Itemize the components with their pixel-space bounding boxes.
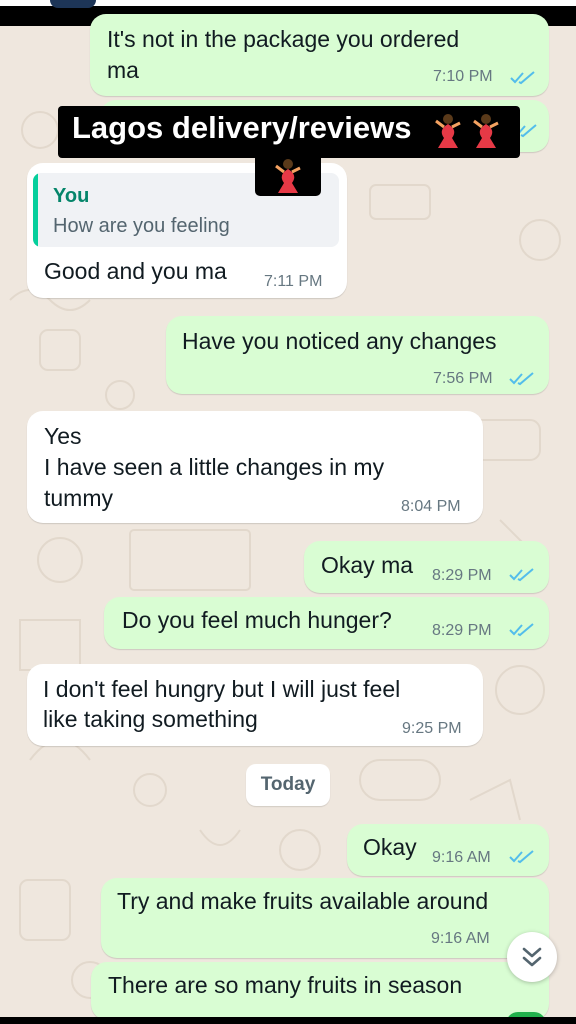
message-text: It's not in the package you ordered [107,26,460,52]
quoted-author: You [53,185,90,207]
message-text: I have seen a little changes in my [44,454,385,480]
message-bubble-outgoing[interactable]: Okay ma 8:29 PM [304,541,549,593]
message-text: Good and you ma [44,258,227,284]
message-time: 7:56 PM [433,370,493,387]
message-bubble-incoming[interactable]: Yes I have seen a little changes in my t… [27,411,483,523]
overlay-title: Lagos delivery/reviews [72,110,412,145]
message-text: like taking something [43,706,258,732]
message-time: 9:25 PM [402,720,462,737]
scroll-to-bottom-button[interactable] [507,932,557,982]
message-text: Okay ma [321,552,414,578]
message-text: I don't feel hungry but I will just feel [43,676,401,702]
message-time: 8:29 PM [432,567,492,584]
double-check-icon [509,372,534,386]
quoted-text: How are you feeling [53,215,230,237]
message-time: 8:29 PM [432,622,492,639]
message-text: Okay [363,834,417,860]
message-text: tummy [44,485,113,511]
message-bubble-incoming[interactable]: I don't feel hungry but I will just feel… [27,664,483,746]
date-label: Today [260,774,316,795]
quote-accent-bar [33,173,38,247]
message-text: Have you noticed any changes [182,328,497,354]
double-chevron-down-icon [522,947,542,967]
double-check-icon [509,850,534,864]
dancing-woman-emoji [435,114,461,148]
double-check-icon [509,568,534,582]
message-bubble-outgoing[interactable]: There are so many fruits in season [91,962,549,1020]
message-bubble-outgoing[interactable]: Have you noticed any changes 7:56 PM [166,316,549,394]
message-text: Yes [44,423,82,449]
message-time: 8:04 PM [401,498,461,515]
message-text: There are so many fruits in season [108,972,463,998]
message-text: Do you feel much hunger? [122,607,392,633]
avatar [50,0,96,8]
message-time: 9:16 AM [432,849,491,866]
message-bubble-outgoing[interactable]: It's not in the package you ordered ma 7… [90,14,549,96]
dancing-woman-emoji [473,114,499,148]
message-text: ma [107,57,139,83]
message-time: 7:11 PM [264,273,323,290]
date-separator: Today [246,764,330,806]
message-time: 9:16 AM [431,930,490,947]
message-time: 7:10 PM [433,68,493,85]
bottom-bar [0,1017,576,1024]
double-check-icon [510,71,535,85]
message-bubble-outgoing[interactable]: Try and make fruits available around 9:1… [101,878,549,958]
dancing-woman-emoji [275,159,301,193]
message-text: Try and make fruits available around [117,888,489,914]
double-check-icon [509,623,534,637]
message-bubble-outgoing[interactable]: Okay 9:16 AM [347,824,549,876]
message-bubble-outgoing[interactable]: Do you feel much hunger? 8:29 PM [104,597,549,649]
